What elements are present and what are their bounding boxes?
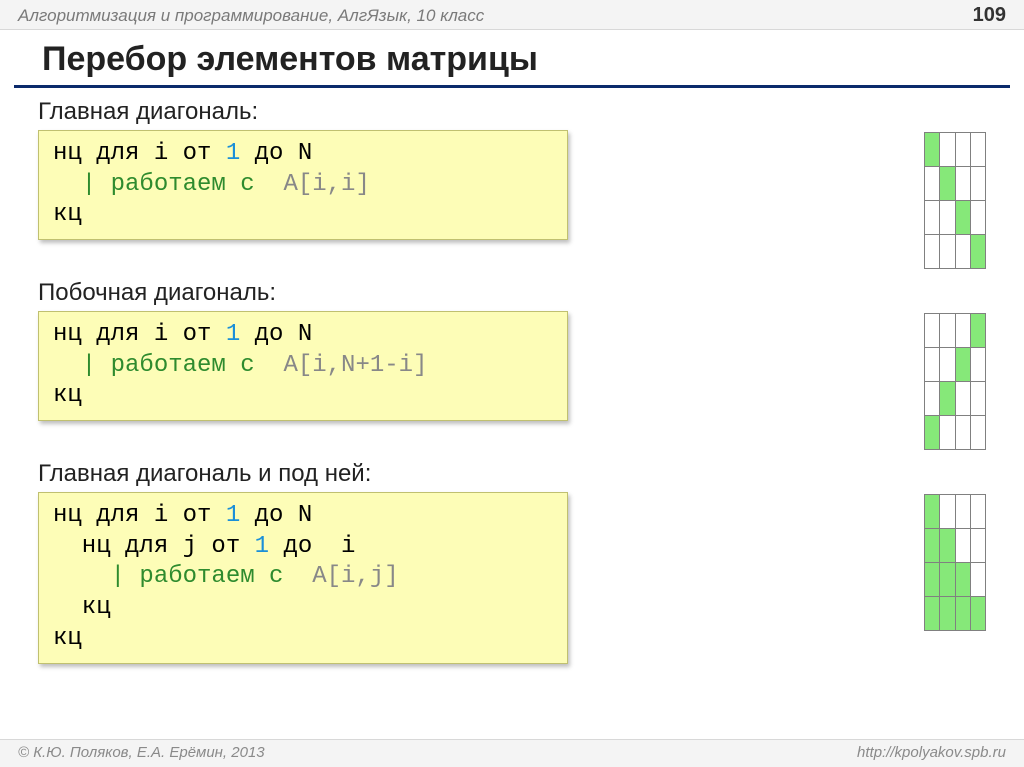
footer-copyright: © К.Ю. Поляков, Е.А. Ерёмин, 2013: [18, 744, 265, 761]
code-number: 1: [226, 321, 240, 348]
matrix-cell: [925, 597, 940, 631]
matrix-cell: [925, 167, 940, 201]
code-number: 1: [226, 140, 240, 167]
header-page-number: 109: [973, 4, 1006, 27]
matrix-cell: [940, 495, 955, 529]
matrix-cell: [940, 314, 955, 348]
slide-content: Главная диагональ: нц для i от 1 до N | …: [0, 98, 1024, 664]
code-text: до i: [269, 533, 355, 560]
page-title: Перебор элементов матрицы: [14, 30, 1010, 88]
matrix-cell: [955, 529, 970, 563]
code-block: нц для i от 1 до N нц для j от 1 до i | …: [38, 492, 568, 664]
code-comment: | работаем с: [53, 171, 283, 198]
code-text: нц для i от: [53, 140, 226, 167]
matrix-cell: [925, 348, 940, 382]
matrix-cell: [955, 495, 970, 529]
matrix-cell: [940, 167, 955, 201]
code-text: нц для j от: [53, 533, 255, 560]
code-expr: A[i,i]: [283, 171, 369, 198]
code-text: кц: [53, 201, 82, 228]
matrix-cell: [955, 382, 970, 416]
code-text: до N: [240, 140, 312, 167]
section-label: Главная диагональ:: [38, 98, 986, 126]
code-text: нц для i от: [53, 321, 226, 348]
matrix-anti-diagonal: [924, 313, 986, 450]
footer-url: http://kpolyakov.spb.ru: [857, 744, 1006, 761]
section-label: Главная диагональ и под ней:: [38, 460, 986, 488]
matrix-cell: [940, 382, 955, 416]
section-main-diagonal: Главная диагональ: нц для i от 1 до N | …: [38, 98, 986, 269]
matrix-cell: [970, 597, 985, 631]
header-subject: Алгоритмизация и программирование, АлгЯз…: [18, 6, 484, 26]
matrix-cell: [940, 416, 955, 450]
matrix-cell: [925, 563, 940, 597]
matrix-cell: [970, 235, 985, 269]
code-number: 1: [226, 502, 240, 529]
matrix-cell: [955, 348, 970, 382]
matrix-main-diagonal: [924, 132, 986, 269]
footer-bar: © К.Ю. Поляков, Е.А. Ерёмин, 2013 http:/…: [0, 739, 1024, 767]
code-text: до N: [240, 321, 312, 348]
matrix-cell: [940, 133, 955, 167]
section-lower-triangle: Главная диагональ и под ней: нц для i от…: [38, 460, 986, 664]
matrix-cell: [925, 133, 940, 167]
matrix-cell: [955, 563, 970, 597]
matrix-cell: [940, 597, 955, 631]
matrix-cell: [925, 314, 940, 348]
header-bar: Алгоритмизация и программирование, АлгЯз…: [0, 0, 1024, 30]
code-expr: A[i,j]: [312, 563, 398, 590]
code-block: нц для i от 1 до N | работаем с A[i,i] к…: [38, 130, 568, 240]
code-expr: A[i,N+1-i]: [283, 352, 427, 379]
matrix-lower-triangle: [924, 494, 986, 631]
matrix-cell: [940, 201, 955, 235]
matrix-cell: [925, 416, 940, 450]
matrix-cell: [940, 348, 955, 382]
matrix-cell: [955, 167, 970, 201]
matrix-cell: [955, 133, 970, 167]
matrix-cell: [970, 495, 985, 529]
code-comment: | работаем с: [53, 352, 283, 379]
matrix-cell: [970, 416, 985, 450]
code-text: нц для i от: [53, 502, 226, 529]
matrix-cell: [940, 235, 955, 269]
matrix-cell: [955, 314, 970, 348]
code-text: до N: [240, 502, 312, 529]
code-number: 1: [255, 533, 269, 560]
matrix-cell: [925, 382, 940, 416]
matrix-cell: [955, 235, 970, 269]
code-block: нц для i от 1 до N | работаем с A[i,N+1-…: [38, 311, 568, 421]
matrix-cell: [970, 382, 985, 416]
matrix-cell: [955, 597, 970, 631]
matrix-cell: [970, 314, 985, 348]
matrix-cell: [925, 235, 940, 269]
matrix-cell: [970, 348, 985, 382]
matrix-cell: [940, 563, 955, 597]
matrix-cell: [925, 201, 940, 235]
matrix-cell: [940, 529, 955, 563]
matrix-cell: [970, 167, 985, 201]
code-text: кц: [53, 382, 82, 409]
matrix-cell: [925, 529, 940, 563]
code-text: кц: [53, 625, 82, 652]
matrix-cell: [955, 416, 970, 450]
matrix-cell: [970, 563, 985, 597]
section-label: Побочная диагональ:: [38, 279, 986, 307]
matrix-cell: [955, 201, 970, 235]
matrix-cell: [970, 529, 985, 563]
matrix-cell: [970, 201, 985, 235]
code-text: кц: [53, 594, 111, 621]
matrix-cell: [970, 133, 985, 167]
section-anti-diagonal: Побочная диагональ: нц для i от 1 до N |…: [38, 279, 986, 450]
matrix-cell: [925, 495, 940, 529]
code-comment: | работаем с: [53, 563, 312, 590]
